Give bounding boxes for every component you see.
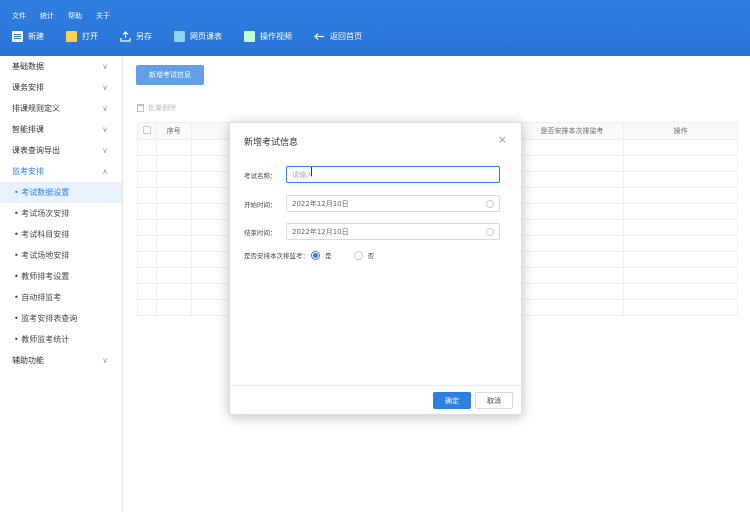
new-file-icon (12, 31, 23, 42)
sidebar-item-teacher-stats[interactable]: • 教师监考统计 (0, 329, 122, 350)
start-time-value: 2022年12月10日 (292, 199, 349, 208)
tool-new-button[interactable]: 新建 (12, 31, 44, 42)
sidebar-item-exam-subjects[interactable]: • 考试科目安排 (0, 224, 122, 245)
tool-open-button[interactable]: 打开 (66, 31, 98, 42)
radio-no[interactable] (353, 250, 363, 260)
dialog-footer-divider (230, 385, 521, 386)
form-row-arrange: 是否安排本次排监考： 是 否 (244, 250, 396, 260)
sidebar-item-teacher-settings[interactable]: • 教师排考设置 (0, 266, 122, 287)
sidebar-group-label: 课表查询导出 (12, 146, 60, 155)
clock-icon (486, 199, 494, 208)
chevron-down-icon: ∨ (102, 83, 108, 92)
sidebar-item-exam-sessions[interactable]: • 考试场次安排 (0, 203, 122, 224)
radio-no-label: 否 (367, 252, 375, 260)
tool-video-button[interactable]: 操作视频 (244, 31, 292, 42)
sidebar-group-label: 课务安排 (12, 83, 44, 92)
exam-name-label: 考试名称： (244, 171, 277, 180)
start-time-input[interactable]: 2022年12月10日 (286, 195, 500, 212)
form-row-start: 开始时间： 2022年12月10日 (244, 195, 500, 212)
radio-option-yes[interactable]: 是 (311, 250, 332, 260)
tool-label: 返回首页 (330, 32, 362, 41)
sidebar-group-smart-schedule[interactable]: 智能排课 ∨ (0, 119, 122, 140)
confirm-button[interactable]: 确定 (433, 392, 471, 409)
clock-icon (486, 227, 494, 236)
tool-web-table-button[interactable]: 网页课表 (174, 31, 222, 42)
video-icon (244, 31, 255, 42)
radio-yes[interactable] (311, 250, 320, 260)
chevron-down-icon: ∨ (102, 62, 108, 71)
menu-about[interactable]: 关于 (96, 11, 110, 21)
exam-name-placeholder: 请输入 (292, 170, 313, 179)
menubar: 文件 统计 帮助 关于 (12, 11, 110, 21)
sidebar-item-exam-data[interactable]: • 考试数据设置 (0, 182, 122, 203)
cancel-button[interactable]: 取消 (475, 392, 513, 409)
arrange-label: 是否安排本次排监考： (244, 252, 309, 260)
tool-save-as-button[interactable]: 另存 (120, 31, 152, 42)
sidebar-item-exam-venues[interactable]: • 考试场地安排 (0, 245, 122, 266)
tool-label: 打开 (82, 32, 98, 41)
tool-label: 操作视频 (260, 32, 292, 41)
form-row-name: 考试名称： 请输入 (244, 166, 500, 183)
sidebar-group-invigilation[interactable]: 监考安排 ∧ (0, 161, 122, 182)
chevron-up-icon: ∧ (102, 167, 108, 176)
sidebar-group-aux[interactable]: 辅助功能 ∨ (0, 350, 122, 371)
end-time-label: 结束时间： (244, 228, 277, 237)
folder-icon (66, 31, 77, 42)
tool-label: 网页课表 (190, 32, 222, 41)
chevron-down-icon: ∨ (102, 104, 108, 113)
save-as-icon (120, 31, 131, 42)
exam-name-input[interactable]: 请输入 (286, 166, 500, 183)
back-arrow-icon (314, 31, 325, 42)
end-time-value: 2022年12月10日 (292, 227, 349, 236)
menu-file[interactable]: 文件 (12, 11, 26, 21)
tool-home-button[interactable]: 返回首页 (314, 31, 362, 42)
app-header: 文件 统计 帮助 关于 新建 打开 另存 网页课表 操作视频 返回首页 (0, 0, 750, 56)
sidebar-group-label: 智能排课 (12, 125, 44, 134)
sidebar-group-query-export[interactable]: 课表查询导出 ∨ (0, 140, 122, 161)
sidebar: 基础数据 ∨ 课务安排 ∨ 排课规则定义 ∨ 智能排课 ∨ 课表查询导出 ∨ 监考安排 ∧ … (0, 56, 123, 512)
sidebar-group-label: 监考安排 (12, 167, 44, 176)
start-time-label: 开始时间： (244, 200, 277, 209)
dialog-title: 新增考试信息 (244, 138, 299, 148)
toolbar: 新建 打开 另存 网页课表 操作视频 返回首页 (12, 31, 384, 42)
add-exam-dialog: 新增考试信息 × 考试名称： 请输入 开始时间： 2022年12月10日 结束时… (229, 122, 522, 415)
web-table-icon (174, 31, 185, 42)
sidebar-group-label: 辅助功能 (12, 356, 44, 365)
chevron-down-icon: ∨ (102, 146, 108, 155)
menu-help[interactable]: 帮助 (68, 11, 82, 21)
text-cursor (311, 167, 312, 176)
form-row-end: 结束时间： 2022年12月10日 (244, 223, 500, 240)
sidebar-group-basic-data[interactable]: 基础数据 ∨ (0, 56, 122, 77)
sidebar-item-auto-invigilate[interactable]: • 自动排监考 (0, 287, 122, 308)
end-time-input[interactable]: 2022年12月10日 (286, 223, 500, 240)
radio-yes-label: 是 (325, 252, 332, 260)
tool-label: 新建 (28, 32, 44, 41)
sidebar-group-course-arrange[interactable]: 课务安排 ∨ (0, 77, 122, 98)
sidebar-group-label: 排课规则定义 (12, 104, 60, 113)
close-icon[interactable]: × (498, 133, 507, 146)
chevron-down-icon: ∨ (102, 125, 108, 134)
chevron-down-icon: ∨ (102, 356, 108, 365)
tool-label: 另存 (136, 32, 152, 41)
sidebar-group-rules[interactable]: 排课规则定义 ∨ (0, 98, 122, 119)
radio-option-no[interactable]: 否 (353, 250, 375, 260)
sidebar-item-invigilation-query[interactable]: • 监考安排表查询 (0, 308, 122, 329)
menu-stats[interactable]: 统计 (40, 11, 54, 21)
sidebar-group-label: 基础数据 (12, 62, 44, 71)
